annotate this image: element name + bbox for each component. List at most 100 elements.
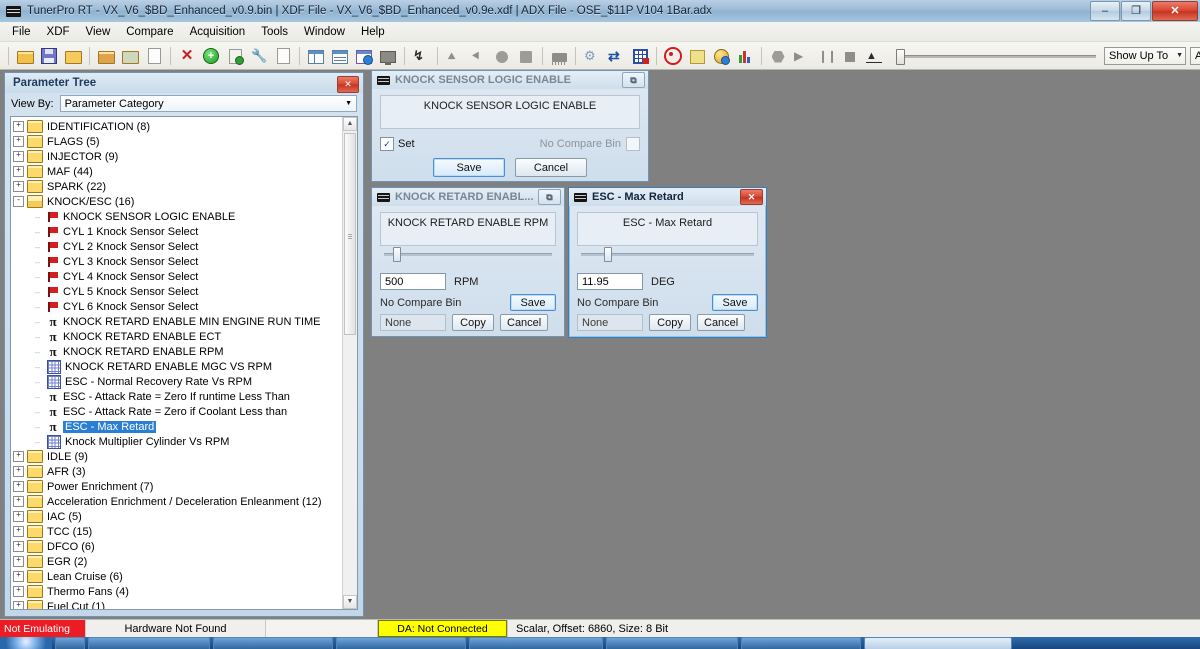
monitor-button[interactable] xyxy=(377,45,399,67)
expand-icon[interactable]: + xyxy=(13,481,24,492)
layout-rows-button[interactable] xyxy=(329,45,351,67)
tree-node[interactable]: – π ESC - Attack Rate = Zero if Coolant Le… xyxy=(11,404,343,419)
circle-button[interactable] xyxy=(491,45,513,67)
slider-thumb[interactable] xyxy=(392,247,401,262)
settings-button[interactable]: ⚙ xyxy=(581,45,603,67)
save-button[interactable]: Save xyxy=(712,294,758,311)
tree-node[interactable]: + Lean Cruise (6) xyxy=(11,569,343,584)
close-xdf-button[interactable] xyxy=(119,45,141,67)
dialog-restore-button[interactable]: ⧉ xyxy=(622,72,645,88)
expand-icon[interactable]: + xyxy=(13,541,24,552)
save-bin-button[interactable] xyxy=(38,45,60,67)
swap-button[interactable]: ⇄ xyxy=(605,45,627,67)
cancel-button[interactable]: Cancel xyxy=(515,158,587,177)
new-document-button[interactable] xyxy=(272,45,294,67)
menu-view[interactable]: View xyxy=(78,24,119,40)
save-button[interactable]: Save xyxy=(510,294,556,311)
table-button[interactable] xyxy=(629,45,651,67)
expand-icon[interactable]: + xyxy=(13,181,24,192)
tree-node[interactable]: + AFR (3) xyxy=(11,464,343,479)
menu-window[interactable]: Window xyxy=(296,24,353,40)
tree-node[interactable]: + Acceleration Enrichment / Deceleration … xyxy=(11,494,343,509)
start-button[interactable] xyxy=(0,637,52,649)
tree-node[interactable]: – π ESC - Attack Rate = Zero If runtime Le… xyxy=(11,389,343,404)
menu-acquisition[interactable]: Acquisition xyxy=(182,24,254,40)
taskbar-item[interactable] xyxy=(606,637,738,649)
record-button[interactable] xyxy=(662,45,684,67)
taskbar-item[interactable] xyxy=(88,637,210,649)
copy-button[interactable]: Copy xyxy=(649,314,691,331)
add-button[interactable]: + xyxy=(200,45,222,67)
tree-node[interactable]: – CYL 1 Knock Sensor Select xyxy=(11,224,343,239)
tree-node[interactable]: – π KNOCK RETARD ENABLE RPM xyxy=(11,344,343,359)
tree-node[interactable]: – CYL 5 Knock Sensor Select xyxy=(11,284,343,299)
menu-file[interactable]: File xyxy=(4,24,39,40)
tree-node[interactable]: – Knock Multiplier Cylinder Vs RPM xyxy=(11,434,343,449)
scroll-up-button[interactable]: ▲ xyxy=(343,117,357,131)
minimize-button[interactable]: – xyxy=(1090,1,1120,21)
tree-node[interactable]: + Thermo Fans (4) xyxy=(11,584,343,599)
slider-thumb[interactable] xyxy=(604,247,613,262)
tree-node[interactable]: – CYL 2 Knock Sensor Select xyxy=(11,239,343,254)
chart-button[interactable] xyxy=(734,45,756,67)
memory-button[interactable] xyxy=(548,45,570,67)
move-up-button[interactable]: ⯅ xyxy=(443,45,465,67)
expand-icon[interactable]: + xyxy=(13,136,24,147)
expand-icon[interactable]: + xyxy=(13,511,24,522)
tree-node[interactable]: + INJECTOR (9) xyxy=(11,149,343,164)
hook-button[interactable]: ↯ xyxy=(410,45,432,67)
expand-icon[interactable]: + xyxy=(13,601,24,609)
taskbar-item[interactable] xyxy=(469,637,603,649)
expand-icon[interactable]: + xyxy=(13,121,24,132)
dialog-knock-sensor-logic-enable[interactable]: KNOCK SENSOR LOGIC ENABLE ⧉ KNOCK SENSOR… xyxy=(371,70,649,182)
expand-icon[interactable]: + xyxy=(13,571,24,582)
tree-node[interactable]: – CYL 3 Knock Sensor Select xyxy=(11,254,343,269)
close-button[interactable]: ✕ xyxy=(1152,1,1198,21)
view-by-combo[interactable]: Parameter Category ▼ xyxy=(59,95,357,112)
dialog-restore-button[interactable]: ⧉ xyxy=(538,189,561,205)
collapse-icon[interactable]: - xyxy=(13,196,24,207)
menu-xdf[interactable]: XDF xyxy=(39,24,78,40)
tree-node[interactable]: – KNOCK RETARD ENABLE MGC VS RPM xyxy=(11,359,343,374)
cancel-button[interactable]: Cancel xyxy=(500,314,549,331)
set-checkbox-wrapper[interactable]: ✓ Set xyxy=(380,137,415,151)
play-button[interactable]: ▶ xyxy=(791,45,813,67)
open-bin-button[interactable] xyxy=(14,45,36,67)
value-input[interactable]: 500 xyxy=(380,273,446,290)
tree-node[interactable]: + TCC (15) xyxy=(11,524,343,539)
tree-node[interactable]: – CYL 4 Knock Sensor Select xyxy=(11,269,343,284)
compare-value-field[interactable]: None xyxy=(577,314,643,331)
tree-node[interactable]: – π KNOCK RETARD ENABLE MIN ENGINE RUN TIM… xyxy=(11,314,343,329)
cancel-button[interactable]: Cancel xyxy=(697,314,746,331)
dialog-knock-retard-enable-rpm[interactable]: KNOCK RETARD ENABL... ⧉ KNOCK RETARD ENA… xyxy=(371,187,565,337)
value-slider[interactable] xyxy=(577,246,758,271)
window-info-button[interactable] xyxy=(353,45,375,67)
copy-button[interactable]: Copy xyxy=(452,314,494,331)
set-checkbox[interactable]: ✓ xyxy=(380,137,394,151)
show-up-to-combo[interactable]: Show Up To ▼ xyxy=(1104,46,1186,65)
maximize-button[interactable]: ❐ xyxy=(1121,1,1151,21)
expand-icon[interactable]: + xyxy=(13,496,24,507)
hexagon-button[interactable] xyxy=(767,45,789,67)
tree-node[interactable]: - KNOCK/ESC (16) xyxy=(11,194,343,209)
compare-value-field[interactable]: None xyxy=(380,314,446,331)
expand-icon[interactable]: + xyxy=(13,586,24,597)
taskbar-item[interactable] xyxy=(741,637,861,649)
tree-node[interactable]: + FLAGS (5) xyxy=(11,134,343,149)
expand-icon[interactable]: + xyxy=(13,166,24,177)
dialog-close-button[interactable]: ✕ xyxy=(740,189,763,205)
expand-icon[interactable]: + xyxy=(13,151,24,162)
layout-panels-button[interactable] xyxy=(305,45,327,67)
open-xdf-button[interactable] xyxy=(95,45,117,67)
slider-thumb[interactable] xyxy=(896,48,905,65)
value-input[interactable]: 11.95 xyxy=(577,273,643,290)
tree-node[interactable]: – KNOCK SENSOR LOGIC ENABLE xyxy=(11,209,343,224)
scroll-down-button[interactable]: ▼ xyxy=(343,595,357,609)
tree-node[interactable]: – CYL 6 Knock Sensor Select xyxy=(11,299,343,314)
scrollbar-thumb[interactable] xyxy=(344,133,356,335)
eject-button[interactable]: ▲ xyxy=(863,45,885,67)
tree-node[interactable]: + IDLE (9) xyxy=(11,449,343,464)
save-button[interactable]: Save xyxy=(433,158,505,177)
taskbar-item[interactable] xyxy=(55,637,85,649)
tree-node[interactable]: + MAF (44) xyxy=(11,164,343,179)
